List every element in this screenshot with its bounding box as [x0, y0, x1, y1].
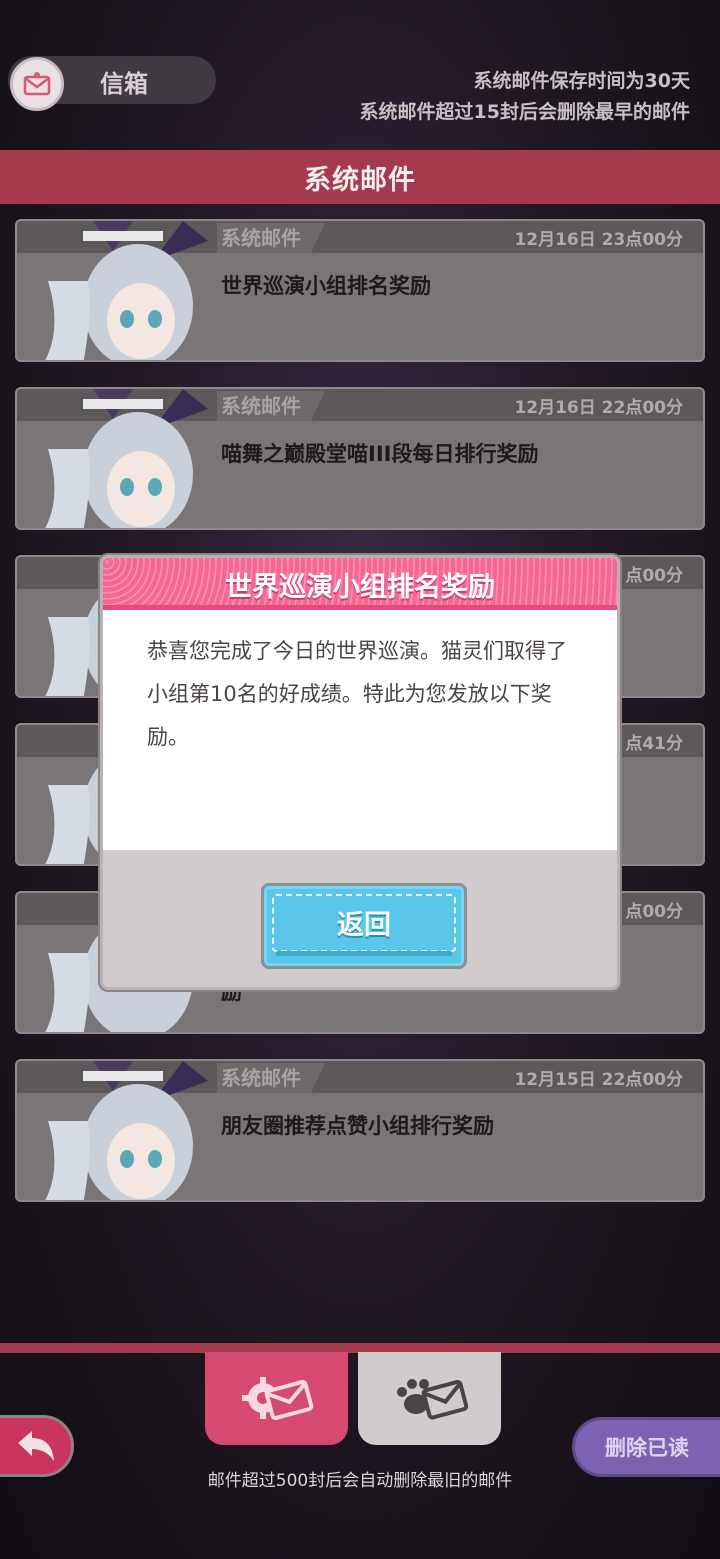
mailbox-title: 信箱	[100, 70, 148, 98]
mail-date: 12月16日 23点00分	[514, 230, 683, 250]
paw-envelope-icon	[396, 1378, 468, 1420]
tab-friend-mail[interactable]	[358, 1352, 501, 1445]
dialog-body: 恭喜您完成了今日的世界巡演。猫灵们取得了小组第10名的好成绩。特此为您发放以下奖…	[103, 610, 617, 850]
mail-item[interactable]: 系统邮件 12月16日 23点00分 世界巡演小组排名奖励	[15, 219, 705, 362]
envelope-icon	[10, 57, 64, 111]
mail-date: 点00分	[625, 566, 683, 586]
return-button-label: 返回	[337, 909, 391, 941]
mail-tag: 系统邮件	[217, 1063, 325, 1093]
retention-info: 系统邮件保存时间为30天	[473, 70, 690, 92]
mail-tag: 系统邮件	[217, 391, 325, 421]
avatar	[45, 221, 208, 360]
delete-read-label: 删除已读	[605, 1436, 689, 1460]
mail-item[interactable]: 系统邮件 12月15日 22点00分 朋友圈推荐点赞小组排行奖励	[15, 1059, 705, 1202]
avatar	[45, 389, 208, 528]
dialog-title: 世界巡演小组排名奖励	[103, 558, 617, 610]
limit-info: 系统邮件超过15封后会删除最早的邮件	[359, 101, 690, 123]
mail-date: 点41分	[625, 734, 683, 754]
avatar	[45, 1061, 208, 1200]
mail-date: 12月15日 22点00分	[514, 1070, 683, 1090]
gear-envelope-icon	[241, 1376, 313, 1420]
tab-system-mail[interactable]	[205, 1352, 348, 1445]
mail-subject: 朋友圈推荐点赞小组排行奖励	[221, 1114, 494, 1138]
mail-tag: 系统邮件	[217, 223, 325, 253]
back-arrow-icon	[18, 1431, 54, 1461]
mail-item[interactable]: 系统邮件 12月16日 22点00分 喵舞之巅殿堂喵III段每日排行奖励	[15, 387, 705, 530]
return-button[interactable]: 返回	[261, 883, 467, 969]
auto-delete-note: 邮件超过500封后会自动删除最旧的邮件	[207, 1471, 513, 1491]
mail-subject: 世界巡演小组排名奖励	[221, 274, 431, 298]
section-title: 系统邮件	[0, 150, 720, 204]
mail-date: 12月16日 22点00分	[514, 398, 683, 418]
mail-detail-dialog: 世界巡演小组排名奖励 恭喜您完成了今日的世界巡演。猫灵们取得了小组第10名的好成…	[100, 555, 620, 990]
mail-subject: 喵舞之巅殿堂喵III段每日排行奖励	[221, 442, 539, 466]
mail-date: 点00分	[625, 902, 683, 922]
